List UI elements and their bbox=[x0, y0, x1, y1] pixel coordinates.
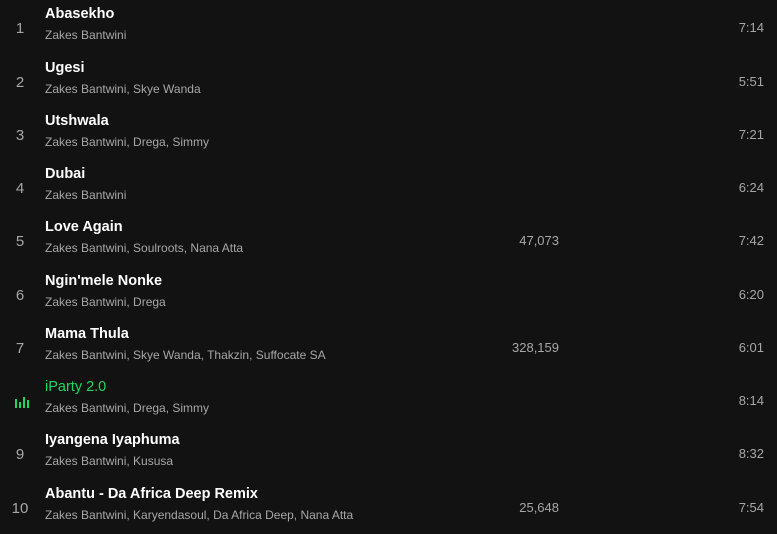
track-row[interactable]: 1 Abasekho Zakes Bantwini 7:14 bbox=[0, 0, 777, 53]
track-plays: 328,159 bbox=[512, 340, 559, 355]
track-plays: 47,073 bbox=[519, 233, 559, 248]
track-row[interactable]: 6 Ngin'mele Nonke Zakes Bantwini, Drega … bbox=[0, 267, 777, 320]
track-row[interactable]: 4 Dubai Zakes Bantwini 6:24 bbox=[0, 160, 777, 213]
track-duration: 6:01 bbox=[738, 340, 764, 355]
track-row[interactable]: 5 Love Again Zakes Bantwini, Soulroots, … bbox=[0, 213, 777, 266]
track-duration: 6:20 bbox=[738, 287, 764, 302]
track-title[interactable]: Abantu - Da Africa Deep Remix bbox=[45, 486, 258, 502]
track-plays: 25,648 bbox=[519, 500, 559, 515]
track-row[interactable]: 10 Abantu - Da Africa Deep Remix Zakes B… bbox=[0, 480, 777, 533]
track-title[interactable]: Mama Thula bbox=[45, 326, 129, 342]
track-number: 5 bbox=[15, 233, 25, 250]
track-number: 2 bbox=[15, 74, 25, 91]
track-artists[interactable]: Zakes Bantwini, Soulroots, Nana Atta bbox=[45, 241, 243, 255]
track-row[interactable]: 7 Mama Thula Zakes Bantwini, Skye Wanda,… bbox=[0, 320, 777, 373]
track-row-playing[interactable]: iParty 2.0 Zakes Bantwini, Drega, Simmy … bbox=[0, 373, 777, 426]
track-number: 9 bbox=[15, 446, 25, 463]
track-artists[interactable]: Zakes Bantwini, Drega bbox=[45, 295, 166, 309]
track-artists[interactable]: Zakes Bantwini bbox=[45, 28, 126, 42]
track-artists[interactable]: Zakes Bantwini, Drega, Simmy bbox=[45, 135, 209, 149]
track-duration: 7:21 bbox=[738, 127, 764, 142]
equalizer-icon bbox=[15, 395, 29, 408]
track-title[interactable]: Iyangena Iyaphuma bbox=[45, 432, 180, 448]
track-duration: 8:32 bbox=[738, 446, 764, 461]
track-title[interactable]: Love Again bbox=[45, 219, 123, 235]
track-number: 4 bbox=[15, 180, 25, 197]
track-row[interactable]: 9 Iyangena Iyaphuma Zakes Bantwini, Kusu… bbox=[0, 426, 777, 479]
track-title[interactable]: Ngin'mele Nonke bbox=[45, 273, 162, 289]
track-title[interactable]: Ugesi bbox=[45, 60, 85, 76]
track-title[interactable]: Abasekho bbox=[45, 6, 114, 22]
track-row[interactable]: 3 Utshwala Zakes Bantwini, Drega, Simmy … bbox=[0, 107, 777, 160]
track-duration: 5:51 bbox=[738, 74, 764, 89]
track-duration: 7:14 bbox=[738, 20, 764, 35]
track-artists[interactable]: Zakes Bantwini bbox=[45, 188, 126, 202]
track-title[interactable]: Utshwala bbox=[45, 113, 109, 129]
track-title[interactable]: iParty 2.0 bbox=[45, 379, 106, 395]
track-number: 3 bbox=[15, 127, 25, 144]
track-number: 10 bbox=[11, 500, 29, 517]
track-duration: 6:24 bbox=[738, 180, 764, 195]
track-row[interactable]: 2 Ugesi Zakes Bantwini, Skye Wanda 5:51 bbox=[0, 54, 777, 107]
track-artists[interactable]: Zakes Bantwini, Skye Wanda bbox=[45, 82, 201, 96]
track-artists[interactable]: Zakes Bantwini, Kususa bbox=[45, 454, 173, 468]
track-duration: 7:54 bbox=[738, 500, 764, 515]
tracklist: 1 Abasekho Zakes Bantwini 7:14 2 Ugesi Z… bbox=[0, 0, 777, 534]
track-title[interactable]: Dubai bbox=[45, 166, 85, 182]
track-number: 6 bbox=[15, 287, 25, 304]
track-duration: 7:42 bbox=[738, 233, 764, 248]
track-artists[interactable]: Zakes Bantwini, Karyendasoul, Da Africa … bbox=[45, 508, 353, 522]
track-number: 7 bbox=[15, 340, 25, 357]
track-duration: 8:14 bbox=[738, 393, 764, 408]
track-artists[interactable]: Zakes Bantwini, Drega, Simmy bbox=[45, 401, 209, 415]
track-number: 1 bbox=[15, 20, 25, 37]
track-artists[interactable]: Zakes Bantwini, Skye Wanda, Thakzin, Suf… bbox=[45, 348, 326, 362]
